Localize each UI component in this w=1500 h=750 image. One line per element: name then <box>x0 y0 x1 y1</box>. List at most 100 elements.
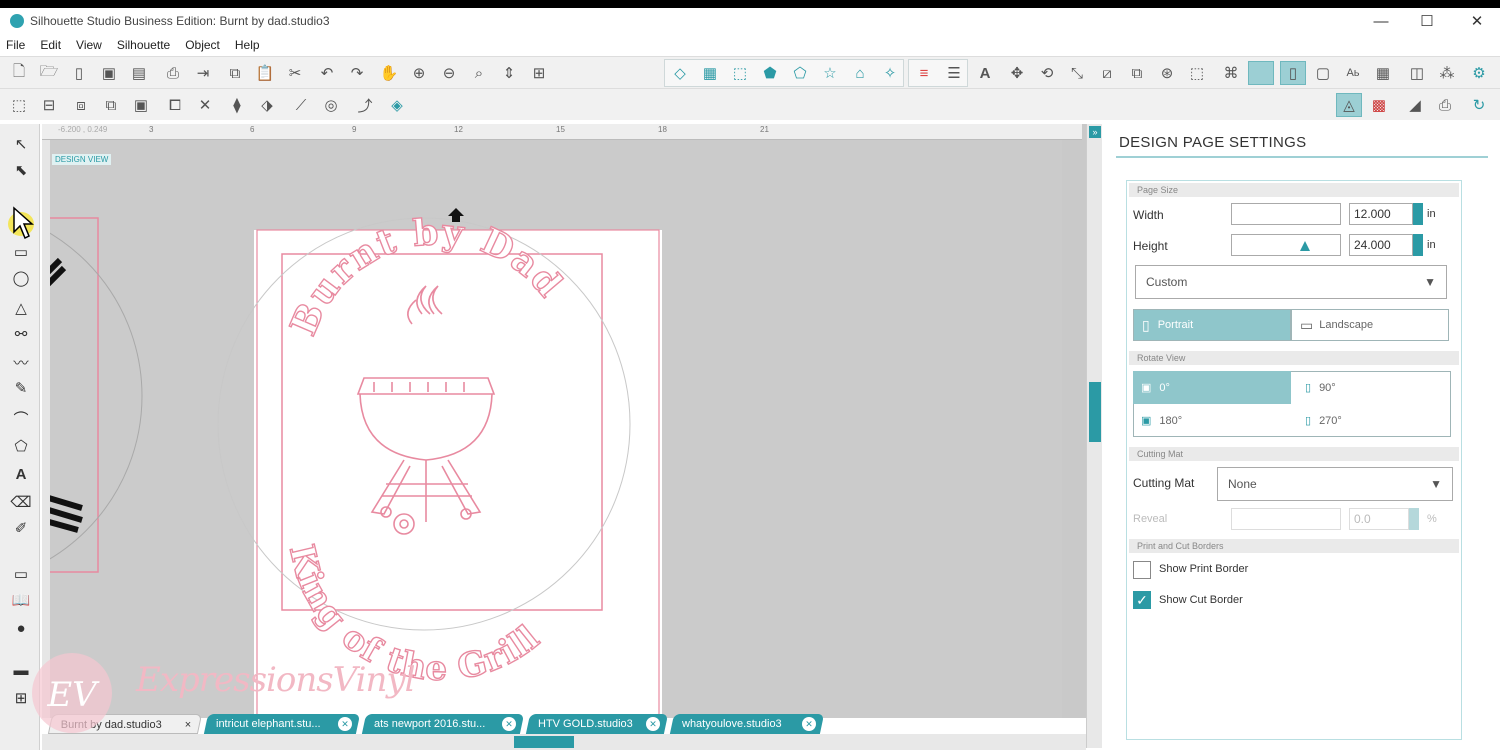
cut-settings-icon[interactable]: ▢ <box>1310 61 1336 85</box>
reveal-input[interactable]: 0.0 <box>1349 508 1409 530</box>
tab-close-icon[interactable]: ✕ <box>646 717 660 731</box>
knife-left-icon[interactable]: ✐ <box>8 516 34 540</box>
landscape-button[interactable]: ▭ Landscape <box>1291 309 1449 341</box>
height-input[interactable]: 24.000 <box>1349 234 1413 256</box>
tab-close-icon[interactable]: ✕ <box>502 717 516 731</box>
drag-zoom-icon[interactable]: ⇕ <box>496 61 522 85</box>
send-to-cutter-icon[interactable]: ⇥ <box>190 61 216 85</box>
eraser-left-icon[interactable]: ⌫ <box>8 490 34 514</box>
fit-to-page-icon[interactable]: ⊞ <box>526 61 552 85</box>
menu-view[interactable]: View <box>76 38 102 52</box>
height-slider-handle[interactable] <box>1300 241 1310 251</box>
media-icon[interactable]: ◫ <box>1404 61 1430 85</box>
replicate-icon[interactable]: ⧉ <box>1124 61 1150 85</box>
maximize-button[interactable]: ☐ <box>1404 8 1450 34</box>
ellipse-tool-icon[interactable]: ◯ <box>8 266 34 290</box>
eraser-tool-icon[interactable]: ◢ <box>1402 93 1428 117</box>
polygon-tool-icon[interactable]: △ <box>8 296 34 320</box>
cutting-mat-dropdown[interactable]: None ▼ <box>1217 467 1453 501</box>
panel-expand-icon[interactable]: » <box>1089 126 1101 138</box>
menu-silhouette[interactable]: Silhouette <box>117 38 170 52</box>
save-library-icon[interactable]: ▤ <box>126 61 152 85</box>
design-panel-icon[interactable]: ▭ <box>8 562 34 586</box>
select-arrow-icon[interactable]: ↖ <box>8 132 34 156</box>
tab-htv-gold[interactable]: HTV GOLD.studio3 ✕ <box>525 714 669 734</box>
page-grid-icon[interactable]: ▦ <box>697 61 723 85</box>
show-print-border-checkbox[interactable] <box>1133 561 1151 579</box>
regular-polygon-icon[interactable]: ⬠ <box>8 434 34 458</box>
tab-whatyoulove[interactable]: whatyoulove.studio3 ✕ <box>669 714 825 734</box>
tab-close-icon[interactable]: ✕ <box>802 717 816 731</box>
library-book-icon[interactable]: 📖 <box>8 588 34 612</box>
store-icon[interactable]: ● <box>8 616 34 640</box>
transform-icon[interactable]: ✥ <box>1004 61 1030 85</box>
show-cut-border-checkbox[interactable]: ✓ <box>1133 591 1151 609</box>
ungroup-icon[interactable]: ⧉ <box>98 93 124 117</box>
shape-cut-icon[interactable]: ✧ <box>877 61 903 85</box>
layers-icon[interactable]: ◈ <box>384 93 410 117</box>
design-canvas[interactable]: Burnt by Dad King of the Grill DESIGN VI… <box>42 124 1086 718</box>
compound-path-icon[interactable]: ▣ <box>128 93 154 117</box>
print-cut-view-icon[interactable]: ▩ <box>1366 93 1392 117</box>
registration-icon[interactable]: ⁂ <box>1434 61 1460 85</box>
text-tool-left-icon[interactable]: A <box>8 462 34 486</box>
grid-settings-icon[interactable]: ▦ <box>1370 61 1396 85</box>
width-stepper[interactable] <box>1413 203 1423 225</box>
knife-icon[interactable]: ⟋ <box>288 93 314 117</box>
horizontal-scroll-thumb[interactable] <box>514 736 574 748</box>
close-button[interactable]: ✕ <box>1454 8 1500 34</box>
fill-panel-icon[interactable] <box>1248 61 1274 85</box>
paste-icon[interactable]: 📋 <box>252 61 278 85</box>
cut-icon[interactable]: ✂ <box>282 61 308 85</box>
undo-icon[interactable]: ↶ <box>314 61 340 85</box>
fill-icon[interactable]: ◇ <box>667 61 693 85</box>
duplicate-icon[interactable]: ⧠ <box>162 93 188 117</box>
tab-close-icon[interactable]: ✕ <box>338 717 352 731</box>
send-to-silhouette-icon[interactable]: ⎙ <box>1432 93 1458 117</box>
height-slider[interactable] <box>1231 234 1341 256</box>
send-icon[interactable]: ⤴ <box>352 93 378 117</box>
zoom-out-icon[interactable]: ⊖ <box>436 61 462 85</box>
rotate-0-button[interactable]: ▣ 0° <box>1133 371 1291 404</box>
modify-icon[interactable]: ⊛ <box>1154 61 1180 85</box>
tab-ats-newport[interactable]: ats newport 2016.stu... ✕ <box>361 714 525 734</box>
line-style-icon[interactable]: ☰ <box>941 61 967 85</box>
refresh-icon[interactable]: ↻ <box>1466 93 1492 117</box>
zoom-in-icon[interactable]: ⊕ <box>406 61 432 85</box>
pattern-icon[interactable]: ⬚ <box>727 61 753 85</box>
pan-hand-icon[interactable]: ✋ <box>376 61 402 85</box>
tab-intricut-elephant[interactable]: intricut elephant.stu... ✕ <box>203 714 361 734</box>
rotate-270-button[interactable]: ▯ 270° <box>1297 404 1447 437</box>
width-input[interactable]: 12.000 <box>1349 203 1413 225</box>
page-size-dropdown[interactable]: Custom ▼ <box>1135 265 1447 299</box>
shape-edit-icon[interactable]: ⌂ <box>847 61 873 85</box>
freehand-tool-icon[interactable]: 〰 <box>8 350 34 374</box>
library-icon[interactable]: ▯ <box>66 61 92 85</box>
menu-file[interactable]: File <box>6 38 25 52</box>
smooth-freehand-icon[interactable]: ✎ <box>8 376 34 400</box>
new-file-icon[interactable]: 🗋 <box>6 61 32 85</box>
rotate-180-button[interactable]: ▣ 180° <box>1133 404 1291 437</box>
eraser-icon[interactable]: ◎ <box>318 93 344 117</box>
copy-icon[interactable]: ⧉ <box>222 61 248 85</box>
arc-tool-icon[interactable]: ⌒ <box>8 406 34 430</box>
select-by-color-icon[interactable]: ⊟ <box>36 93 62 117</box>
subtract-icon[interactable]: ⬗ <box>254 93 280 117</box>
shear-icon[interactable]: ⧄ <box>1094 61 1120 85</box>
portrait-button[interactable]: ▯ Portrait <box>1133 309 1291 341</box>
vertical-scroll-thumb[interactable] <box>1089 382 1101 442</box>
menu-object[interactable]: Object <box>185 38 220 52</box>
weld-icon[interactable]: ⧫ <box>224 93 250 117</box>
rotate-90-button[interactable]: ▯ 90° <box>1297 371 1447 404</box>
settings-gear-icon[interactable]: ⚙ <box>1466 61 1492 85</box>
curve-tool-icon[interactable]: ⚯ <box>8 322 34 346</box>
star-icon[interactable]: ☆ <box>817 61 843 85</box>
group-icon[interactable]: ⧈ <box>68 93 94 117</box>
horizontal-scrollbar[interactable] <box>42 734 1086 750</box>
text-style-icon[interactable]: Aь <box>1340 61 1366 85</box>
point-edit-icon[interactable]: ⬉ <box>8 158 34 182</box>
vertical-scrollbar[interactable]: » <box>1086 124 1102 748</box>
pentagon-outline-icon[interactable]: ⬠ <box>787 61 813 85</box>
trace-icon[interactable]: ⌘ <box>1218 61 1244 85</box>
height-stepper[interactable] <box>1413 234 1423 256</box>
